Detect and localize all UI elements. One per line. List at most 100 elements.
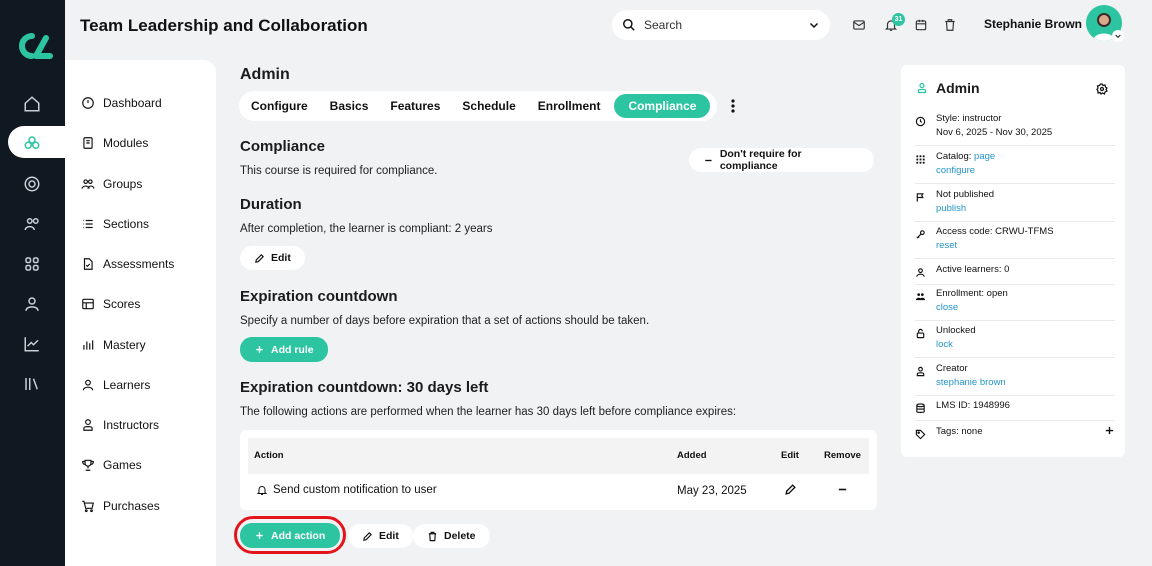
- sidebar-item-games[interactable]: Games: [81, 455, 142, 475]
- tab-features[interactable]: Features: [382, 94, 448, 118]
- modules-icon: [83, 137, 93, 149]
- database-icon: [916, 403, 925, 413]
- dont-require-compliance-button[interactable]: Don't require for compliance: [689, 148, 874, 172]
- admin-icon: [917, 82, 927, 94]
- dashboard-icon: [82, 97, 94, 109]
- search-bar[interactable]: [612, 10, 830, 40]
- column-header-added: Added: [677, 450, 707, 461]
- sidebar-item-mastery[interactable]: Mastery: [81, 335, 146, 355]
- app-logo[interactable]: [12, 28, 54, 64]
- tab-enrollment[interactable]: Enrollment: [530, 94, 609, 118]
- flag-icon: [916, 193, 924, 202]
- close-link[interactable]: close: [936, 301, 1008, 315]
- pencil-icon[interactable]: [784, 483, 797, 496]
- catalog-page-link[interactable]: page: [974, 151, 995, 162]
- chevron-down-icon[interactable]: [1112, 30, 1124, 42]
- grid-icon: [916, 155, 925, 164]
- enrollment-text: Enrollment: open: [936, 288, 1008, 299]
- catalog-configure-link[interactable]: configure: [936, 164, 995, 178]
- user-icon: [916, 268, 925, 277]
- user-icon[interactable]: [16, 288, 48, 320]
- button-label: Don't require for compliance: [719, 148, 802, 172]
- access-code-text: Access code: CRWU-TFMS: [936, 226, 1054, 237]
- plus-icon[interactable]: [1104, 425, 1115, 436]
- published-text: Not published: [936, 189, 995, 200]
- rule-edit-button[interactable]: Edit: [348, 524, 413, 548]
- dates-text: Nov 6, 2025 - Nov 30, 2025: [936, 127, 1053, 138]
- sections-icon: [83, 219, 93, 229]
- lock-link[interactable]: lock: [936, 338, 976, 352]
- sidebar-item-groups[interactable]: Groups: [81, 174, 142, 194]
- table-header: [248, 438, 869, 474]
- trash-icon[interactable]: [941, 16, 959, 34]
- purchases-icon: [82, 500, 94, 513]
- key-icon: [916, 230, 925, 239]
- more-options-icon[interactable]: [726, 98, 740, 114]
- mail-icon[interactable]: [850, 16, 868, 34]
- tab-basics[interactable]: Basics: [322, 94, 377, 118]
- games-icon: [82, 459, 94, 471]
- sidebar-item-label: Scores: [103, 297, 141, 311]
- sidebar-item-purchases[interactable]: Purchases: [81, 496, 160, 516]
- calendar-icon[interactable]: [912, 16, 930, 34]
- sidebar-item-learners[interactable]: Learners: [81, 375, 150, 395]
- duration-edit-button[interactable]: Edit: [240, 246, 305, 270]
- creator-link[interactable]: stephanie brown: [936, 376, 1006, 390]
- analytics-icon[interactable]: [16, 328, 48, 360]
- target-icon[interactable]: [16, 168, 48, 200]
- sidebar-item-label: Modules: [103, 136, 149, 150]
- tab-configure[interactable]: Configure: [243, 94, 316, 118]
- rule-title: Expiration countdown: 30 days left: [240, 379, 489, 396]
- lms-id-text: LMS ID: 1948996: [936, 400, 1010, 411]
- sidebar-item-dashboard[interactable]: Dashboard: [81, 93, 162, 113]
- assessments-icon: [83, 258, 93, 270]
- minus-icon[interactable]: [837, 484, 848, 495]
- reset-link[interactable]: reset: [936, 239, 1054, 253]
- publish-link[interactable]: publish: [936, 202, 994, 216]
- rule-text: The following actions are performed when…: [240, 406, 737, 418]
- sidebar-item-label: Dashboard: [103, 96, 162, 110]
- add-rule-button[interactable]: Add rule: [240, 337, 328, 362]
- clock-icon: [915, 116, 926, 127]
- sidebar-item-assessments[interactable]: Assessments: [81, 254, 174, 274]
- people-icon[interactable]: [16, 208, 48, 240]
- lock-row: Unlocked lock: [915, 324, 1115, 358]
- sidebar-item-label: Assessments: [103, 257, 175, 271]
- library-icon[interactable]: [16, 368, 48, 400]
- compliance-title: Compliance: [240, 138, 326, 155]
- rule-delete-button[interactable]: Delete: [413, 524, 490, 548]
- pencil-icon: [363, 531, 372, 541]
- active-learners-text: Active learners: 0: [936, 264, 1010, 275]
- apps-icon[interactable]: [16, 248, 48, 280]
- chevron-down-icon[interactable]: [808, 19, 820, 31]
- settings-gear-icon[interactable]: [1096, 83, 1108, 95]
- panel-title: Admin: [936, 80, 980, 96]
- tags-row: Tags: none: [915, 425, 1115, 445]
- user-name[interactable]: Stephanie Brown: [984, 17, 1082, 31]
- actions-table: Action Added Edit Remove Send custom not…: [240, 430, 877, 510]
- courses-icon[interactable]: [16, 127, 48, 159]
- tab-bar: Configure Basics Features Schedule Enrol…: [239, 91, 717, 121]
- sidebar: Dashboard Modules Groups Sections Assess…: [65, 60, 216, 566]
- duration-text: After completion, the learner is complia…: [240, 223, 493, 235]
- instructors-icon: [83, 419, 93, 431]
- sidebar-item-modules[interactable]: Modules: [81, 133, 148, 153]
- enrollment-row: Enrollment: open close: [915, 287, 1115, 321]
- search-icon: [623, 19, 635, 31]
- tab-compliance[interactable]: Compliance: [614, 94, 711, 118]
- app-rail: [0, 0, 65, 566]
- sidebar-item-scores[interactable]: Scores: [81, 294, 140, 314]
- home-icon[interactable]: [16, 88, 48, 120]
- scores-icon: [82, 298, 94, 310]
- sidebar-item-label: Instructors: [103, 418, 160, 432]
- sidebar-item-sections[interactable]: Sections: [81, 214, 149, 234]
- button-label: Add rule: [271, 343, 314, 356]
- sidebar-item-instructors[interactable]: Instructors: [81, 415, 159, 435]
- column-header-edit: Edit: [781, 450, 799, 461]
- tab-schedule[interactable]: Schedule: [454, 94, 523, 118]
- search-input[interactable]: [644, 18, 794, 32]
- trash-icon: [428, 531, 437, 541]
- minus-icon: [705, 159, 712, 161]
- sidebar-item-label: Purchases: [103, 499, 160, 513]
- unlock-icon: [916, 328, 925, 339]
